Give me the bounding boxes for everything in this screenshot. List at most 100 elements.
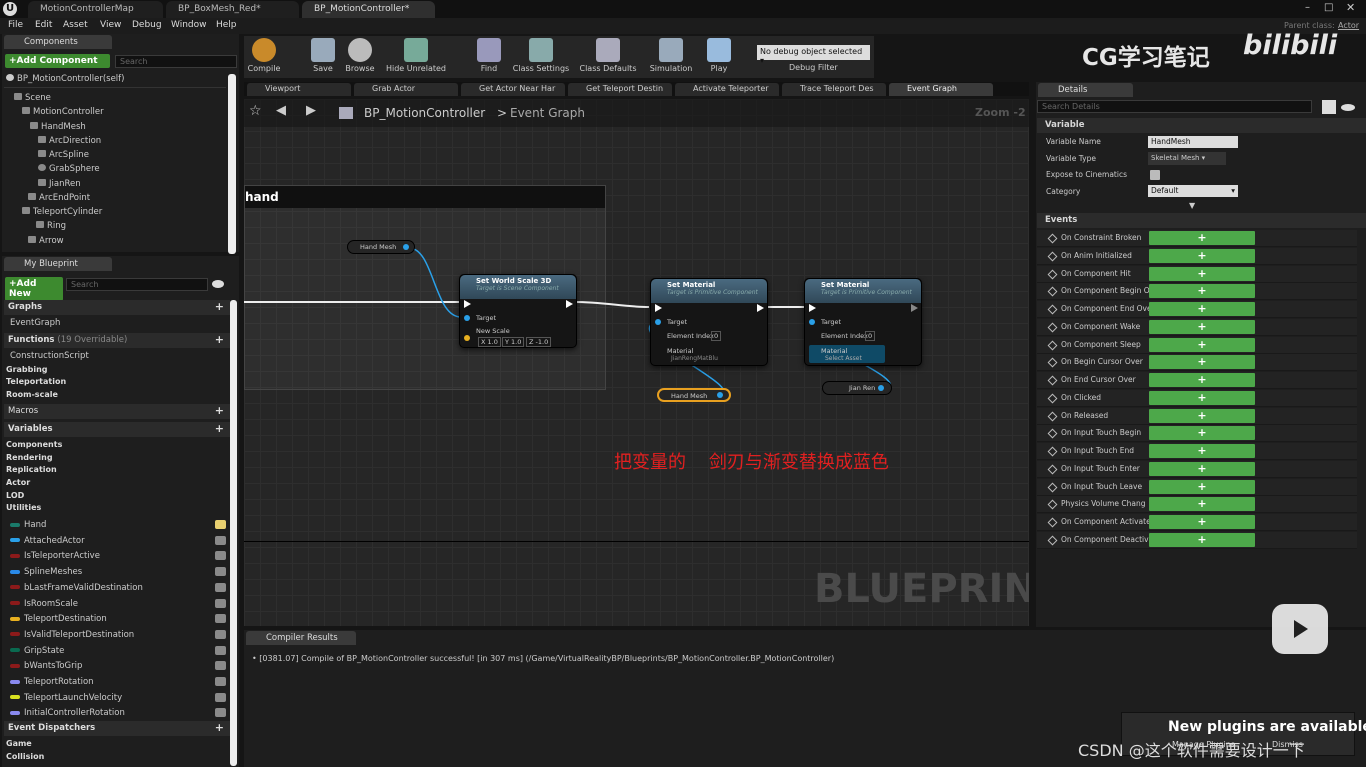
doc-tab-motioncontrollermap[interactable]: MotionControllerMap [28, 1, 163, 18]
scale-x-field[interactable]: X 1.0 [478, 337, 501, 347]
add-event-button[interactable]: + [1149, 231, 1255, 245]
unreal-logo-icon[interactable]: U [3, 2, 17, 16]
set-world-scale-node[interactable]: Set World Scale 3D Target is Scene Compon… [459, 274, 577, 348]
add-new-button[interactable]: +Add New [5, 277, 63, 301]
target-pin[interactable] [464, 315, 470, 321]
add-event-button[interactable]: + [1149, 319, 1255, 334]
class-defaults-button[interactable]: Class Defaults [578, 38, 638, 73]
scale-z-field[interactable]: Z -1.0 [526, 337, 552, 347]
variable-item[interactable]: IsValidTeleportDestination [10, 629, 226, 640]
material-value[interactable]: Select Asset [825, 355, 862, 362]
expose-cinematics-checkbox[interactable] [1150, 170, 1160, 180]
variable-item[interactable]: IsTeleporterActive [10, 551, 226, 561]
functions-section[interactable]: Functions (19 Overridable) + [4, 333, 230, 348]
variable-item[interactable]: TeleportRotation [10, 677, 226, 687]
tab-grab-actor[interactable]: Grab Actor [354, 83, 458, 96]
exec-out-pin[interactable] [757, 304, 764, 312]
element-index-field[interactable]: 0 [865, 331, 876, 341]
function-item[interactable]: ConstructionScript [10, 351, 89, 361]
variable-category[interactable]: Utilities [6, 503, 41, 512]
expand-arrow-icon[interactable]: ▼ [1189, 201, 1195, 210]
my-blueprint-tab[interactable]: My Blueprint [4, 257, 112, 271]
variable-category[interactable]: Rendering [6, 453, 53, 462]
compile-button[interactable]: Compile [246, 38, 282, 73]
macros-section[interactable]: Macros + [4, 404, 230, 419]
add-event-button[interactable]: + [1149, 266, 1255, 281]
visibility-eye-icon[interactable] [215, 629, 226, 639]
property-matrix-icon[interactable] [1322, 100, 1336, 114]
dispatcher-category[interactable]: Game [6, 739, 32, 748]
play-button[interactable]: Play [702, 38, 736, 73]
visibility-eye-icon[interactable] [215, 614, 226, 624]
material-value[interactable]: JianRengMatBlu [671, 355, 718, 362]
variable-item[interactable]: TeleportDestination [10, 614, 226, 624]
blueprint-search-input[interactable]: Search [66, 278, 208, 291]
event-graph-item[interactable]: EventGraph [10, 318, 60, 328]
tree-item-arcspline[interactable]: ArcSpline [38, 150, 89, 160]
tree-item-grabsphere[interactable]: GrabSphere [38, 164, 100, 174]
target-pin[interactable] [655, 319, 661, 325]
parent-class-value[interactable]: Actor [1338, 21, 1359, 30]
function-category[interactable]: Teleportation [6, 377, 66, 386]
components-search-input[interactable]: Search [115, 55, 237, 68]
menu-asset[interactable]: Asset [63, 20, 88, 30]
category-select[interactable]: Default ▾ [1148, 185, 1238, 197]
add-event-button[interactable]: + [1149, 408, 1255, 423]
add-macro-button[interactable]: + [215, 404, 224, 417]
tree-item-ring[interactable]: Ring [36, 221, 66, 231]
variable-name-input[interactable]: HandMesh [1148, 136, 1238, 148]
exec-out-pin[interactable] [911, 304, 918, 312]
add-component-button[interactable]: +Add Component [5, 54, 110, 68]
menu-file[interactable]: File [8, 20, 23, 30]
visibility-eye-icon[interactable] [215, 645, 226, 655]
add-event-button[interactable]: + [1149, 337, 1255, 352]
event-dispatchers-section[interactable]: Event Dispatchers + [4, 721, 230, 736]
graphs-section[interactable]: Graphs + [4, 300, 230, 315]
visibility-eye-icon[interactable] [1341, 104, 1355, 111]
variable-item[interactable]: AttachedActor [10, 535, 226, 546]
tab-activate-teleporter[interactable]: Activate Teleporter [675, 83, 779, 96]
tree-item-handmesh[interactable]: HandMesh [30, 122, 86, 132]
variable-type-select[interactable]: Skeletal Mesh ▾ [1148, 152, 1226, 165]
tab-get-teleport-destination[interactable]: Get Teleport Destin [568, 83, 672, 96]
blueprint-scrollbar[interactable] [230, 300, 237, 766]
self-item[interactable]: BP_MotionController(self) [6, 74, 124, 84]
visibility-eye-icon[interactable] [215, 677, 226, 686]
output-pin[interactable] [403, 244, 409, 250]
add-event-button[interactable]: + [1149, 390, 1255, 405]
add-event-button[interactable]: + [1149, 248, 1255, 263]
event-graph-canvas[interactable]: ☆ ◀ ▶ BP_MotionController > Event Graph … [244, 99, 1029, 626]
minimize-button[interactable]: – [1305, 2, 1310, 13]
visibility-eye-icon[interactable] [215, 567, 226, 577]
visibility-eye-icon[interactable] [215, 551, 226, 561]
element-index-field[interactable]: 0 [711, 331, 722, 341]
find-button[interactable]: Find [474, 38, 504, 73]
doc-tab-bp-motioncontroller[interactable]: BP_MotionController* [302, 1, 435, 18]
components-scrollbar[interactable] [228, 74, 236, 254]
set-material-node-2[interactable]: Set Material Target is Primitive Componen… [804, 278, 922, 366]
menu-edit[interactable]: Edit [35, 20, 52, 30]
variable-item[interactable]: GripState [10, 645, 226, 656]
components-tab[interactable]: Components [4, 35, 112, 49]
variables-section[interactable]: Variables + [4, 422, 230, 437]
tab-get-actor-near-hand[interactable]: Get Actor Near Har [461, 83, 565, 96]
variable-section-header[interactable]: Variable [1037, 118, 1366, 133]
output-pin[interactable] [878, 385, 884, 391]
visibility-eye-icon[interactable] [215, 598, 226, 608]
visibility-eye-icon[interactable] [215, 582, 226, 592]
tree-item-arcendpoint[interactable]: ArcEndPoint [28, 193, 90, 203]
new-scale-pin[interactable] [464, 335, 470, 341]
simulation-button[interactable]: Simulation [646, 38, 696, 73]
variable-item[interactable]: SplineMeshes [10, 567, 226, 577]
class-settings-button[interactable]: Class Settings [512, 38, 570, 73]
add-event-button[interactable]: + [1149, 532, 1255, 547]
details-search-input[interactable]: Search Details [1037, 100, 1312, 113]
add-event-button[interactable]: + [1149, 461, 1255, 476]
add-event-button[interactable]: + [1149, 479, 1255, 494]
variable-item[interactable]: bLastFrameValidDestination [10, 582, 226, 593]
tree-item-arcdirection[interactable]: ArcDirection [38, 136, 101, 146]
debug-object-select[interactable]: No debug object selected ▾ [757, 45, 870, 65]
add-dispatcher-button[interactable]: + [215, 721, 224, 734]
visibility-eye-icon[interactable] [215, 535, 226, 545]
hide-unrelated-button[interactable]: Hide Unrelated [384, 38, 448, 73]
